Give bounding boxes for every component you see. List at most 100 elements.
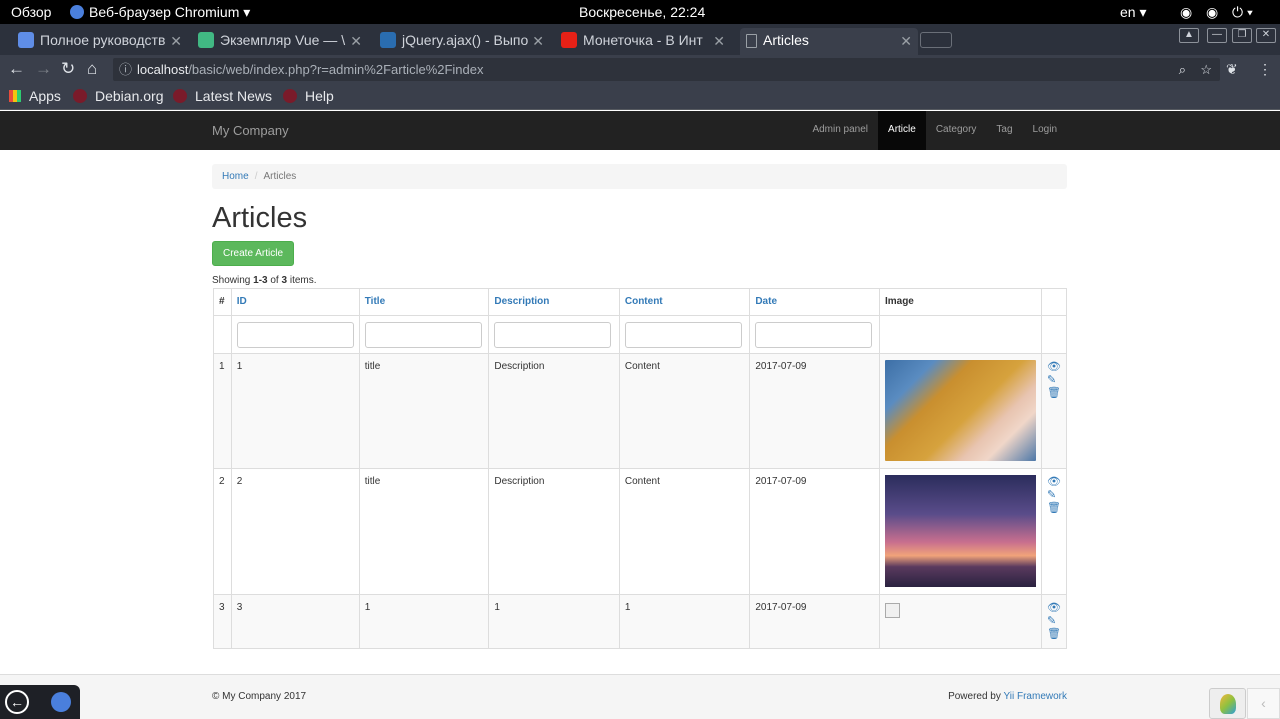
bookmark-star-icon[interactable]: ☆ <box>1200 58 1212 81</box>
filter-cell-date <box>749 315 880 354</box>
filter-cell-actions <box>1040 315 1068 354</box>
view-icon[interactable]: 👁 <box>1047 476 1061 489</box>
broken-image-icon <box>884 603 900 618</box>
close-icon[interactable]: ✕ <box>532 33 544 50</box>
breadcrumb-current: Articles <box>263 171 297 182</box>
col-header-title[interactable]: Title <box>358 288 490 316</box>
filter-cell-content <box>618 315 751 354</box>
nav-login[interactable]: Login <box>1023 111 1067 150</box>
table-row: 2 2 title Description Content 2017-07-09… <box>213 468 1068 595</box>
delete-icon[interactable]: 🗑 <box>1047 502 1061 515</box>
volume-icon[interactable]: ◉ <box>1206 4 1218 21</box>
nav-article[interactable]: Article <box>878 111 926 150</box>
powered-prefix: Powered by <box>948 691 1004 702</box>
profile-button[interactable]: ▲ <box>1179 28 1199 43</box>
view-icon[interactable]: 👁 <box>1047 361 1061 374</box>
bookmark-label: Apps <box>29 88 61 104</box>
cell-content: Content <box>618 353 751 469</box>
delete-icon[interactable]: 🗑 <box>1047 387 1061 400</box>
cell-image <box>878 468 1042 595</box>
filter-title-input[interactable] <box>364 322 482 348</box>
col-header-date[interactable]: Date <box>749 288 880 316</box>
bookmark-help[interactable]: Help <box>283 88 334 104</box>
summary-mid: of <box>267 275 282 286</box>
view-icon[interactable]: 👁 <box>1047 602 1061 615</box>
minimize-button[interactable]: — <box>1207 28 1227 43</box>
power-icon[interactable]: ⏻ ▾ <box>1232 4 1253 21</box>
cell-id: 3 <box>230 594 360 649</box>
back-icon[interactable]: ← <box>8 59 25 79</box>
close-icon[interactable]: ✕ <box>713 33 725 50</box>
cell-date: 2017-07-09 <box>749 468 880 595</box>
delete-icon[interactable]: 🗑 <box>1047 628 1061 641</box>
sort-link-title[interactable]: Title <box>365 296 385 307</box>
articles-grid: # ID Title Description Content Date Imag… <box>213 288 1068 649</box>
filter-date-input[interactable] <box>755 322 873 348</box>
info-icon: ⓘ <box>119 62 133 77</box>
address-bar[interactable]: ⓘ localhost/basic/web/index.php?r=admin%… <box>113 58 1220 81</box>
cell-description: Description <box>488 468 620 595</box>
filter-cell-description <box>488 315 620 354</box>
extension-icon[interactable]: ❦ <box>1226 61 1238 78</box>
sort-link-content[interactable]: Content <box>625 296 663 307</box>
forward-icon[interactable]: → <box>35 59 52 79</box>
new-tab-button[interactable] <box>920 32 952 48</box>
col-header-id[interactable]: ID <box>230 288 360 316</box>
nav-category[interactable]: Category <box>926 111 987 150</box>
debian-icon <box>173 89 187 103</box>
cell-id: 2 <box>230 468 360 595</box>
chromium-icon[interactable] <box>51 692 71 712</box>
filter-description-input[interactable] <box>494 322 612 348</box>
app-name: Веб-браузер Chromium <box>89 4 240 20</box>
network-icon[interactable]: ◉ <box>1180 4 1192 21</box>
yii-debug-toolbar-logo[interactable] <box>1209 688 1246 719</box>
home-icon[interactable]: ⌂ <box>87 59 97 79</box>
overview-button[interactable]: Обзор <box>11 4 51 20</box>
tab-1[interactable]: Полное руководств ✕ <box>18 28 188 55</box>
window-close-button[interactable]: ✕ <box>1256 28 1276 43</box>
restore-button[interactable]: ❐ <box>1232 28 1252 43</box>
nav-tag[interactable]: Tag <box>986 111 1022 150</box>
bookmark-debian[interactable]: Debian.org <box>73 88 164 104</box>
reload-icon[interactable]: ↻ <box>61 59 75 79</box>
col-header-content[interactable]: Content <box>618 288 751 316</box>
close-icon[interactable]: ✕ <box>900 33 912 50</box>
tab-label: Articles <box>763 32 809 48</box>
menu-icon[interactable]: ⋮ <box>1258 61 1272 78</box>
clock[interactable]: Воскресенье, 22:24 <box>579 4 705 20</box>
tab-2[interactable]: Экземпляр Vue — \ ✕ <box>198 28 368 55</box>
apps-grid-icon <box>9 90 21 102</box>
cell-id: 1 <box>230 353 360 469</box>
filter-content-input[interactable] <box>624 322 742 348</box>
yii-debug-toggle-icon[interactable]: ‹ <box>1247 688 1280 719</box>
filter-id-input[interactable] <box>236 322 354 348</box>
bookmark-apps[interactable]: Apps <box>9 88 61 104</box>
bookmark-label: Help <box>305 88 334 104</box>
tab-5[interactable]: Articles ✕ <box>740 28 918 55</box>
edit-icon[interactable]: ✎ <box>1047 489 1061 502</box>
bookmarks-bar: Apps Debian.org Latest News Help <box>0 84 1280 110</box>
breadcrumb-home[interactable]: Home <box>222 171 249 182</box>
brand-link[interactable]: My Company <box>212 123 289 138</box>
toolbar: ← → ↻ ⌂ ⓘ localhost/basic/web/index.php?… <box>0 55 1280 84</box>
sort-link-id[interactable]: ID <box>237 296 247 307</box>
zoom-icon[interactable]: ⌕ <box>1179 58 1186 81</box>
create-article-button[interactable]: Create Article <box>212 241 294 266</box>
close-icon[interactable]: ✕ <box>350 33 362 50</box>
sort-link-date[interactable]: Date <box>755 296 777 307</box>
bookmark-latest-news[interactable]: Latest News <box>173 88 272 104</box>
nav-admin-panel[interactable]: Admin panel <box>802 111 878 150</box>
yii-framework-link[interactable]: Yii Framework <box>1003 691 1067 702</box>
edit-icon[interactable]: ✎ <box>1047 374 1061 387</box>
back-arrow-icon[interactable]: ← <box>5 690 29 714</box>
grid-summary: Showing 1-3 of 3 items. <box>212 275 317 286</box>
language-indicator[interactable]: en ▾ <box>1120 4 1147 21</box>
col-header-description[interactable]: Description <box>488 288 620 316</box>
tab-favicon <box>18 32 34 48</box>
sort-link-description[interactable]: Description <box>494 296 549 307</box>
edit-icon[interactable]: ✎ <box>1047 615 1061 628</box>
app-menu[interactable]: Веб-браузер Chromium ▾ <box>70 4 250 21</box>
close-icon[interactable]: ✕ <box>170 33 182 50</box>
tab-4[interactable]: Монеточка - В Инт ✕ <box>561 28 731 55</box>
tab-3[interactable]: jQuery.ajax() - Выпо ✕ <box>380 28 550 55</box>
